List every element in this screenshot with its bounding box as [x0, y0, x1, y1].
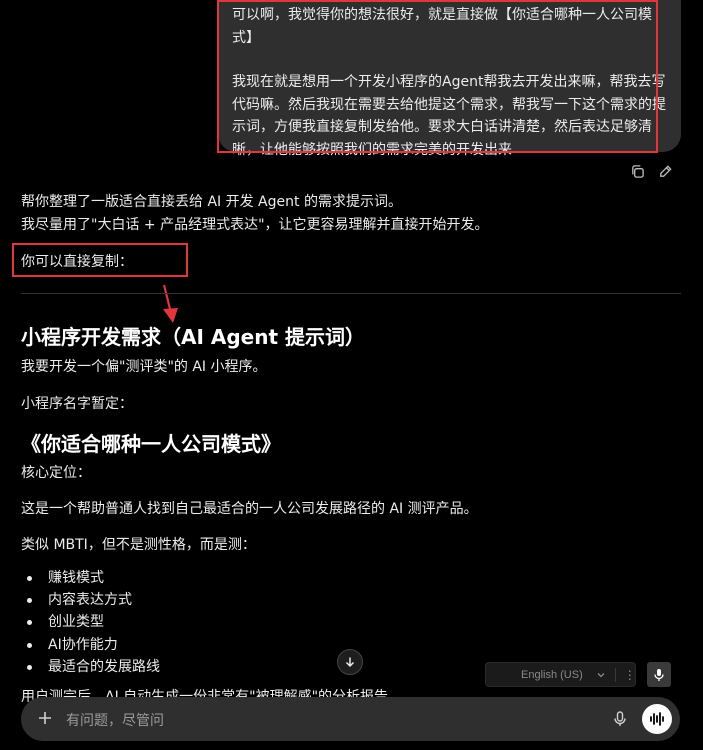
paragraph: 我要开发一个偏"测评类"的 AI 小程序。	[21, 359, 267, 375]
arrow-down-icon	[345, 657, 355, 668]
user-message-bubble: 可以啊，我觉得你的想法很好，就是直接做【你适合哪种一人公司模 式】 我现在就是想…	[218, 0, 681, 158]
list-item: 创业类型	[21, 611, 160, 633]
user-message-line: 晰，让他能够按照我们的需求完美的开发出来	[232, 141, 512, 158]
language-selector[interactable]: English (US) ⋮	[485, 662, 636, 687]
annotation-arrow-icon	[162, 284, 178, 323]
paragraph: 类似 MBTI，但不是测性格，而是测：	[21, 537, 256, 553]
plus-icon[interactable]	[36, 709, 54, 727]
dictation-mic-button[interactable]	[647, 662, 671, 687]
chat-composer[interactable]: 有问题，尽管问	[21, 697, 680, 741]
paragraph: 这是一个帮助普通人找到自己最适合的一人公司发展路径的 AI 测评产品。	[21, 501, 478, 517]
bullet-list: 赚钱模式 内容表达方式 创业类型 AI协作能力 最适合的发展路线	[21, 567, 160, 678]
annotation-highlight-box	[12, 243, 188, 277]
section-heading: 小程序开发需求（AI Agent 提示词）	[21, 325, 366, 349]
paragraph: 核心定位：	[21, 465, 91, 481]
scroll-to-bottom-button[interactable]	[337, 649, 363, 675]
microphone-icon[interactable]	[611, 710, 629, 728]
app-title: 《你适合哪种一人公司模式》	[21, 432, 281, 456]
waveform-icon	[650, 712, 664, 726]
message-actions	[628, 162, 674, 180]
user-message-line: 我现在就是想用一个开发小程序的Agent帮我去开发出来嘛，帮我去写	[232, 74, 666, 90]
assistant-intro-line: 帮你整理了一版适合直接丢给 AI 开发 Agent 的需求提示词。	[21, 194, 402, 210]
user-message-line: 示词，方便我直接复制发给他。要求大白话讲清楚，然后表达足够清	[232, 119, 652, 135]
user-message-line: 代码嘛。然后我现在需要去给他提这个需求，帮我写一下这个需求的提	[232, 96, 666, 113]
assistant-intro-line: 我尽量用了"大白话 + 产品经理式表达"，让它更容易理解并直接开始开发。	[21, 217, 489, 233]
list-item: 最适合的发展路线	[21, 656, 160, 678]
divider	[21, 293, 681, 294]
list-item: 内容表达方式	[21, 589, 160, 611]
microphone-icon	[654, 668, 664, 681]
user-message-line: 式】	[232, 29, 260, 46]
chevron-down-icon	[597, 672, 605, 677]
more-icon[interactable]: ⋮	[624, 668, 636, 682]
list-item: 赚钱模式	[21, 567, 160, 589]
edit-icon[interactable]	[656, 162, 674, 180]
paragraph: 小程序名字暂定：	[21, 396, 133, 412]
voice-mode-button[interactable]	[642, 704, 672, 734]
list-item: AI协作能力	[21, 634, 160, 656]
composer-input[interactable]: 有问题，尽管问	[66, 710, 164, 730]
language-label: English (US)	[521, 668, 583, 681]
user-message-line: 可以啊，我觉得你的想法很好，就是直接做【你适合哪种一人公司模	[232, 7, 652, 23]
copy-icon[interactable]	[628, 162, 646, 180]
